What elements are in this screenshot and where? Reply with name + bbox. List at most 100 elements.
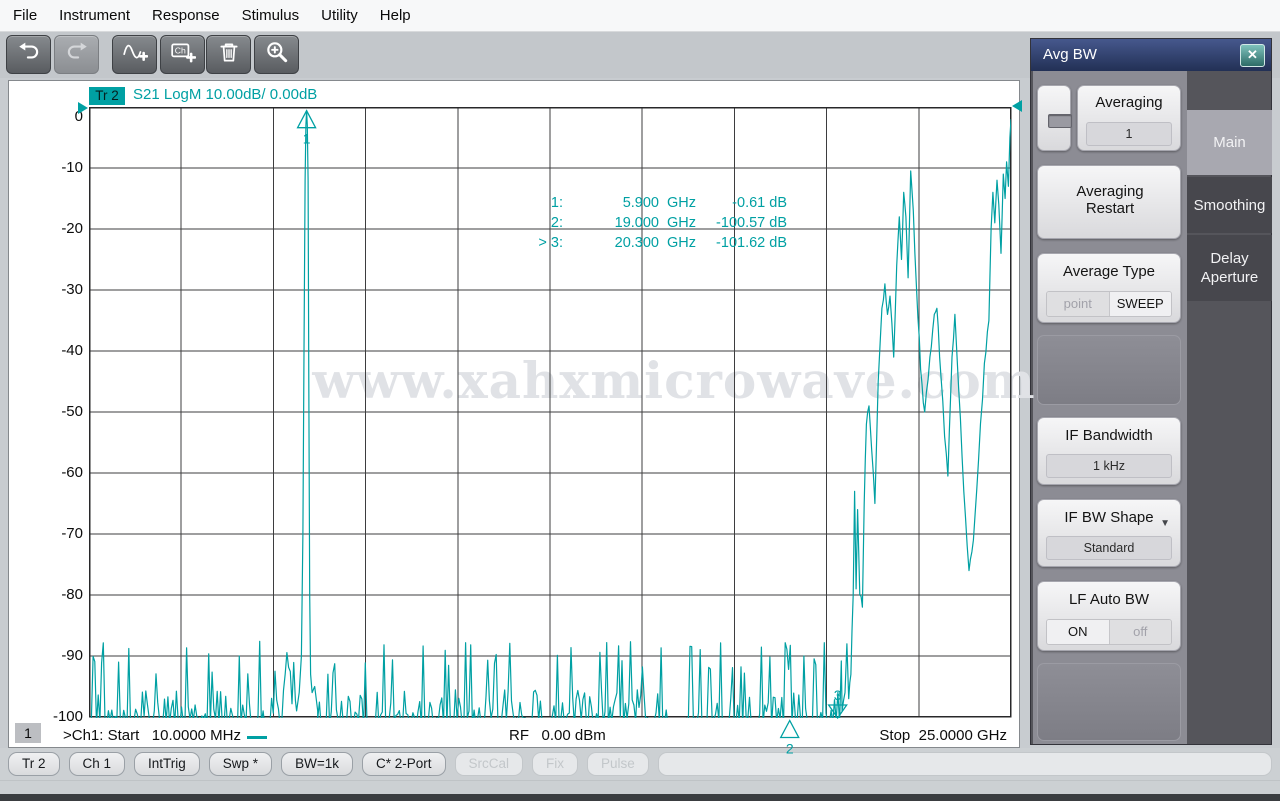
marker-readout-munit: GHz — [667, 195, 696, 211]
svg-text:1: 1 — [303, 131, 311, 147]
status-button-srccal: SrcCal — [454, 752, 524, 776]
average-type-point-option[interactable]: point — [1047, 292, 1109, 316]
average-type-button[interactable]: Average Type point SWEEP — [1037, 253, 1181, 323]
chevron-down-icon: ▼ — [1160, 518, 1170, 529]
status-button-inttrig[interactable]: IntTrig — [134, 752, 200, 776]
svg-text:3: 3 — [834, 687, 842, 703]
marker-readout-mlevel: -101.62 dB — [716, 235, 787, 251]
y-axis-label: -70 — [61, 525, 83, 542]
if-bw-shape-button[interactable]: IF BW Shape ▼ Standard — [1037, 499, 1181, 567]
status-button-pulse: Pulse — [587, 752, 649, 776]
marker-readout-row: 2: 19.000 GHz -100.57 dB — [519, 213, 787, 233]
averaging-restart-label: Averaging Restart — [1076, 183, 1144, 217]
status-button-swp-[interactable]: Swp * — [208, 752, 273, 776]
add-channel-button[interactable]: Ch — [160, 35, 205, 74]
lf-auto-bw-toggle[interactable]: ON off — [1046, 619, 1172, 645]
close-icon[interactable]: ✕ — [1240, 44, 1265, 67]
status-button-fix: Fix — [532, 752, 579, 776]
averaging-label: Averaging — [1095, 94, 1163, 111]
if-bw-shape-value[interactable]: Standard — [1046, 536, 1172, 560]
undo-icon — [16, 40, 42, 69]
menu-item-file[interactable]: File — [2, 0, 48, 32]
if-bw-shape-label: IF BW Shape — [1064, 509, 1154, 526]
channel-number-badge[interactable]: 1 — [15, 723, 41, 743]
undo-button[interactable] — [6, 35, 51, 74]
vna-application-window: File Instrument Response Stimulus Utility Hel… — [0, 0, 1280, 801]
delete-trace-button[interactable] — [206, 35, 251, 74]
status-button-blank — [657, 752, 1272, 776]
status-button-ch-1[interactable]: Ch 1 — [68, 752, 126, 776]
average-type-toggle[interactable]: point SWEEP — [1046, 291, 1172, 317]
if-bandwidth-button[interactable]: IF Bandwidth 1 kHz — [1037, 417, 1181, 485]
y-axis-label: -10 — [61, 159, 83, 176]
y-axis-label: -90 — [61, 647, 83, 664]
zoom-in-icon — [264, 40, 290, 69]
menu-item-help[interactable]: Help — [369, 0, 422, 32]
trace-badge[interactable]: Tr 2 — [89, 87, 125, 105]
svg-text:2: 2 — [786, 741, 794, 757]
marker-readout-mfreq: 19.000 — [614, 215, 659, 231]
trace-color-legend — [247, 736, 267, 739]
marker-readout-row: > 3: 20.300 GHz -101.62 dB — [519, 233, 787, 253]
marker-readout-mfreq: 5.900 — [622, 195, 659, 211]
y-axis-label: -20 — [61, 220, 83, 237]
if-bandwidth-label: IF Bandwidth — [1065, 427, 1153, 444]
tab-smoothing[interactable]: Smoothing — [1187, 177, 1272, 233]
averaging-value[interactable]: 1 — [1086, 122, 1172, 146]
add-channel-icon: Ch — [170, 40, 196, 69]
bottom-edge-strip — [0, 794, 1280, 801]
zoom-in-button[interactable] — [254, 35, 299, 74]
averaging-led-indicator — [1048, 114, 1072, 128]
y-axis-label: -50 — [61, 403, 83, 420]
trace-format-label[interactable]: S21 LogM 10.00dB/ 0.00dB — [133, 86, 317, 103]
add-trace-button[interactable] — [112, 35, 157, 74]
marker-readout-mlevel: -100.57 dB — [716, 215, 787, 231]
lf-auto-bw-label: LF Auto BW — [1068, 591, 1150, 608]
lf-auto-bw-on-option[interactable]: ON — [1047, 620, 1109, 644]
plot-area[interactable]: www.xahxmicrowave.com 123 1: 5.900 GHz -0.6… — [78, 100, 1035, 757]
marker-readout: 1: 5.900 GHz -0.61 dB 2: 19.000 GHz -100.57 dB >… — [519, 193, 787, 253]
tab-delay-aperture[interactable]: Delay Aperture — [1187, 235, 1272, 301]
menu-bar: File Instrument Response Stimulus Utility Hel… — [0, 0, 1280, 32]
averaging-button[interactable]: Averaging 1 — [1077, 85, 1181, 151]
marker-readout-mlevel: -0.61 dB — [732, 195, 787, 211]
marker-readout-mfreq: 20.300 — [614, 235, 659, 251]
redo-button — [54, 35, 99, 74]
blank-softkey-2 — [1037, 663, 1181, 741]
stimulus-start-label[interactable]: >Ch1: Start 10.0000 MHz — [63, 727, 241, 744]
panel-title: Avg BW — [1031, 39, 1271, 71]
add-trace-icon — [122, 40, 148, 69]
redo-icon — [64, 40, 90, 69]
status-button-row: Tr 2 Ch 1 IntTrig Swp * BW=1k C* 2-Port SrcCal… — [8, 752, 1272, 776]
marker-readout-mnum: > 3: — [538, 235, 563, 251]
y-axis-label: -100 — [52, 708, 83, 725]
graph-widget: Tr 2 S21 LogM 10.00dB/ 0.00dB 0 -10 -20 -30… — [8, 80, 1035, 757]
lf-auto-bw-button[interactable]: LF Auto BW ON off — [1037, 581, 1181, 651]
averaging-restart-button[interactable]: Averaging Restart — [1037, 165, 1181, 239]
marker-readout-munit: GHz — [667, 235, 696, 251]
average-type-label: Average Type — [1062, 263, 1155, 280]
average-type-sweep-option[interactable]: SWEEP — [1108, 292, 1171, 316]
status-divider — [0, 780, 1280, 781]
menu-item-utility[interactable]: Utility — [310, 0, 369, 32]
status-button-tr-2[interactable]: Tr 2 — [8, 752, 60, 776]
menu-item-response[interactable]: Response — [141, 0, 231, 32]
status-button-c-2-port[interactable]: C* 2-Port — [361, 752, 446, 776]
if-bandwidth-value[interactable]: 1 kHz — [1046, 454, 1172, 478]
y-axis-label: -30 — [61, 281, 83, 298]
y-axis-label: -40 — [61, 342, 83, 359]
marker-readout-mnum: 1: — [550, 195, 563, 211]
status-button-bw-1k[interactable]: BW=1k — [281, 752, 353, 776]
menu-item-stimulus[interactable]: Stimulus — [231, 0, 311, 32]
svg-text:Ch: Ch — [174, 46, 185, 56]
y-axis-label: -60 — [61, 464, 83, 481]
menu-item-instrument[interactable]: Instrument — [48, 0, 141, 32]
lf-auto-bw-off-option[interactable]: off — [1108, 620, 1171, 644]
y-axis-label: -80 — [61, 586, 83, 603]
delete-trace-icon — [216, 40, 242, 69]
averaging-led-button[interactable] — [1037, 85, 1072, 151]
rf-power-label[interactable]: RF 0.00 dBm — [509, 727, 606, 744]
marker-readout-row: 1: 5.900 GHz -0.61 dB — [519, 193, 787, 213]
stimulus-stop-label[interactable]: Stop 25.0000 GHz — [879, 727, 1007, 744]
tab-main[interactable]: Main — [1187, 110, 1272, 175]
